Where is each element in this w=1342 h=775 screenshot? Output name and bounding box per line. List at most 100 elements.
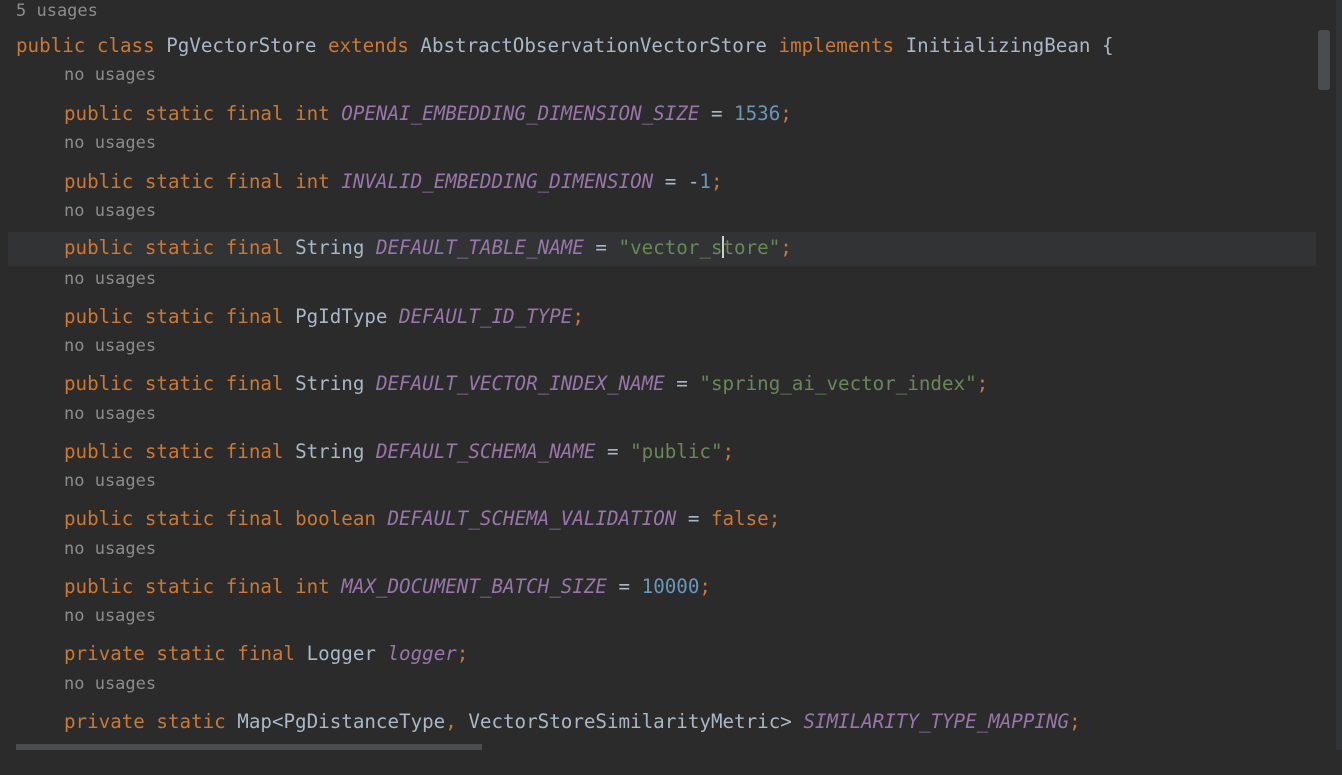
field-line[interactable]: public static final PgIdType DEFAULT_ID_… [0,301,1316,335]
usage-hint-line: no usages [0,605,1316,639]
field-value: "spring_ai_vector_index" [699,372,977,395]
field-name[interactable]: DEFAULT_VECTOR_INDEX_NAME [376,372,665,395]
keyword-class: class [96,34,155,57]
field-name[interactable]: OPENAI_EMBEDDING_DIMENSION_SIZE [341,102,699,125]
class-name[interactable]: PgVectorStore [166,34,316,57]
field-modifiers: private static [64,710,226,733]
assign-operator: = [583,236,619,259]
semicolon: ; [722,440,735,463]
field-type[interactable]: String [295,236,364,259]
semicolon: ; [710,170,723,193]
class-declaration: public class PgVectorStore extends Abstr… [16,34,1114,57]
code-editor[interactable]: 5 usages public class PgVectorStore exte… [0,0,1342,750]
field-usage-hint[interactable]: no usages [64,201,156,221]
field-type: int [295,575,330,598]
field-modifiers: public static final [64,507,284,530]
field-declaration: public static final String DEFAULT_VECTO… [64,372,988,395]
field-declaration: public static final String DEFAULT_SCHEM… [64,440,734,463]
field-line[interactable]: private static final Logger logger; [0,638,1316,672]
semicolon: ; [699,575,711,598]
field-modifiers: private static final [64,642,296,665]
class-usage-hint[interactable]: 5 usages [16,1,98,21]
semicolon: ; [780,236,792,259]
field-line[interactable]: public static final int MAX_DOCUMENT_BAT… [0,571,1316,605]
field-declaration: public static final int OPENAI_EMBEDDING… [64,102,792,125]
field-name[interactable]: DEFAULT_SCHEMA_NAME [376,440,596,463]
field-declaration: private static Map<PgDistanceType, Vecto… [64,710,1081,733]
field-name[interactable]: SIMILARITY_TYPE_MAPPING [803,710,1069,733]
usage-hint-line: no usages [0,268,1316,302]
field-modifiers: public static final [64,170,284,193]
usage-hint-line: no usages [0,403,1316,437]
field-line[interactable]: public static final String DEFAULT_SCHEM… [0,436,1316,470]
field-name[interactable]: DEFAULT_TABLE_NAME [376,236,584,259]
editor-right-gutter [1336,0,1342,750]
field-type-generic-part-1[interactable]: Map<PgDistanceType [237,710,445,733]
field-line[interactable]: public static final String DEFAULT_VECTO… [0,368,1316,402]
interface-name[interactable]: InitializingBean [906,34,1091,57]
assign-operator: = [676,507,711,530]
field-usage-hint[interactable]: no usages [64,539,156,559]
field-type[interactable]: String [295,372,364,395]
field-line[interactable]: public static final int OPENAI_EMBEDDING… [0,98,1316,132]
string-value-part-1: "vector_s [618,236,723,259]
usage-hint-line: no usages [0,200,1316,234]
semicolon: ; [1069,710,1081,733]
keyword-extends: extends [327,34,409,57]
vertical-scrollbar-thumb[interactable] [1318,30,1330,90]
field-usage-hint[interactable]: no usages [64,336,156,356]
field-usage-hint[interactable]: no usages [64,65,156,85]
keyword-public: public [16,34,86,57]
assign-operator: = - [653,170,700,193]
string-value-part-2: tore" [722,236,781,259]
field-name[interactable]: INVALID_EMBEDDING_DIMENSION [341,170,653,193]
field-usage-hint[interactable]: no usages [64,404,156,424]
usage-hint-line: no usages [0,64,1316,98]
assign-operator: = [699,102,735,125]
class-declaration-line[interactable]: public class PgVectorStore extends Abstr… [0,30,1316,64]
field-type: int [295,102,330,125]
super-class-name[interactable]: AbstractObservationVectorStore [420,34,767,57]
field-name[interactable]: DEFAULT_ID_TYPE [399,305,572,328]
field-usage-hint[interactable]: no usages [64,269,156,289]
field-name[interactable]: DEFAULT_SCHEMA_VALIDATION [388,507,677,530]
field-line[interactable]: public static final boolean DEFAULT_SCHE… [0,503,1316,537]
field-modifiers: public static final [64,372,284,395]
field-declaration: private static final Logger logger; [64,642,468,665]
field-declaration: public static final int MAX_DOCUMENT_BAT… [64,575,711,598]
field-type-generic-part-2[interactable]: VectorStoreSimilarityMetric> [457,710,791,733]
field-name[interactable]: MAX_DOCUMENT_BATCH_SIZE [341,575,607,598]
semicolon: ; [768,507,781,530]
field-line[interactable]: public static final int INVALID_EMBEDDIN… [0,166,1316,200]
field-usage-hint[interactable]: no usages [64,606,156,626]
field-type[interactable]: PgIdType [295,305,387,328]
usage-hint-line: no usages [0,335,1316,369]
field-declaration: public static final boolean DEFAULT_SCHE… [64,507,780,530]
semicolon: ; [976,372,989,395]
type-comma: , [445,710,457,733]
field-usage-hint[interactable]: no usages [64,471,156,491]
assign-operator: = [595,440,631,463]
assign-operator: = [606,575,642,598]
field-name[interactable]: logger [387,642,456,665]
class-usage-hint-line: 5 usages [0,0,1316,34]
usage-hint-line: no usages [0,673,1316,707]
horizontal-scrollbar-thumb[interactable] [16,744,482,750]
current-line[interactable]: public static final String DEFAULT_TABLE… [8,232,1316,266]
field-declaration: public static final String DEFAULT_TABLE… [64,236,792,259]
semicolon: ; [780,102,792,125]
field-usage-hint[interactable]: no usages [64,133,156,153]
field-line[interactable]: private static Map<PgDistanceType, Vecto… [0,706,1316,740]
field-usage-hint[interactable]: no usages [64,674,156,694]
field-value: 1 [699,170,711,193]
keyword-implements: implements [778,34,895,57]
field-type[interactable]: Logger [307,642,376,665]
field-modifiers: public static final [64,440,284,463]
field-type[interactable]: String [295,440,364,463]
field-value: 1536 [734,102,781,125]
field-type: int [295,170,330,193]
field-type: boolean [295,507,376,530]
assign-operator: = [664,372,700,395]
field-modifiers: public static final [64,236,284,259]
semicolon: ; [572,305,584,328]
